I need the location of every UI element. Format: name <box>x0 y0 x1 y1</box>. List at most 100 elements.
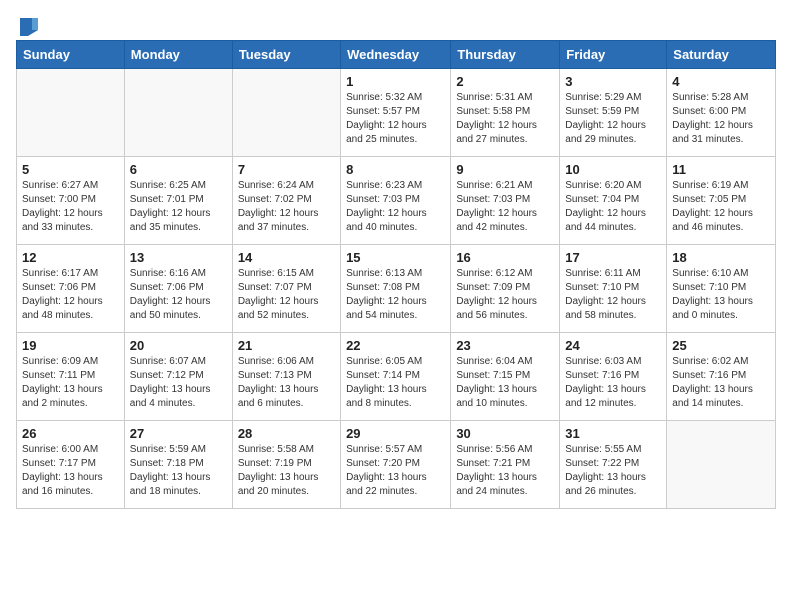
day-number: 26 <box>22 426 119 441</box>
calendar-cell: 24 Sunrise: 6:03 AM Sunset: 7:16 PM Dayli… <box>560 333 667 421</box>
logo <box>16 16 40 34</box>
day-info: Sunrise: 6:09 AM Sunset: 7:11 PM Dayligh… <box>22 355 119 411</box>
day-number: 5 <box>22 162 119 177</box>
day-info: Sunrise: 6:10 AM Sunset: 7:10 PM Dayligh… <box>672 267 770 323</box>
col-header-saturday: Saturday <box>667 41 776 69</box>
day-number: 14 <box>238 250 335 265</box>
calendar-cell: 16Sunrise: 6:12 AM Sunset: 7:09 PM Dayli… <box>451 245 560 333</box>
calendar-cell: 2 Sunrise: 5:31 AM Sunset: 5:58 PM Daylig… <box>451 69 560 157</box>
day-number: 11 <box>672 162 770 177</box>
calendar-cell: 8 Sunrise: 6:23 AM Sunset: 7:03 PM Daylig… <box>341 157 451 245</box>
col-header-friday: Friday <box>560 41 667 69</box>
calendar-cell <box>667 421 776 509</box>
day-number: 2 <box>456 74 554 89</box>
logo-flag-icon <box>18 16 40 38</box>
day-info: Sunrise: 5:28 AM Sunset: 6:00 PM Dayligh… <box>672 91 770 147</box>
calendar-cell: 12 Sunrise: 6:17 AM Sunset: 7:06 PM Dayli… <box>17 245 125 333</box>
calendar-cell: 1 Sunrise: 5:32 AM Sunset: 5:57 PM Daylig… <box>341 69 451 157</box>
day-info: Sunrise: 6:19 AM Sunset: 7:05 PM Dayligh… <box>672 179 770 235</box>
calendar-cell: 13 Sunrise: 6:16 AM Sunset: 7:06 PM Dayli… <box>124 245 232 333</box>
calendar-cell: 28 Sunrise: 5:58 AM Sunset: 7:19 PM Dayli… <box>232 421 340 509</box>
day-number: 6 <box>130 162 227 177</box>
week-row-3: 12 Sunrise: 6:17 AM Sunset: 7:06 PM Dayli… <box>17 245 776 333</box>
day-info: Sunrise: 6:16 AM Sunset: 7:06 PM Dayligh… <box>130 267 227 323</box>
day-number: 25 <box>672 338 770 353</box>
day-number: 10 <box>565 162 661 177</box>
calendar-cell: 10 Sunrise: 6:20 AM Sunset: 7:04 PM Dayli… <box>560 157 667 245</box>
day-number: 1 <box>346 74 445 89</box>
calendar-cell: 17Sunrise: 6:11 AM Sunset: 7:10 PM Dayli… <box>560 245 667 333</box>
day-number: 28 <box>238 426 335 441</box>
day-number: 17 <box>565 250 661 265</box>
day-number: 12 <box>22 250 119 265</box>
day-number: 24 <box>565 338 661 353</box>
calendar-cell: 14Sunrise: 6:15 AM Sunset: 7:07 PM Dayli… <box>232 245 340 333</box>
calendar-cell: 27 Sunrise: 5:59 AM Sunset: 7:18 PM Dayli… <box>124 421 232 509</box>
day-info: Sunrise: 6:12 AM Sunset: 7:09 PM Dayligh… <box>456 267 554 323</box>
calendar-cell: 21 Sunrise: 6:06 AM Sunset: 7:13 PM Dayli… <box>232 333 340 421</box>
week-row-2: 5 Sunrise: 6:27 AM Sunset: 7:00 PM Daylig… <box>17 157 776 245</box>
col-header-thursday: Thursday <box>451 41 560 69</box>
day-info: Sunrise: 5:59 AM Sunset: 7:18 PM Dayligh… <box>130 443 227 499</box>
day-info: Sunrise: 6:13 AM Sunset: 7:08 PM Dayligh… <box>346 267 445 323</box>
day-info: Sunrise: 6:25 AM Sunset: 7:01 PM Dayligh… <box>130 179 227 235</box>
day-info: Sunrise: 5:31 AM Sunset: 5:58 PM Dayligh… <box>456 91 554 147</box>
day-info: Sunrise: 6:03 AM Sunset: 7:16 PM Dayligh… <box>565 355 661 411</box>
day-info: Sunrise: 6:00 AM Sunset: 7:17 PM Dayligh… <box>22 443 119 499</box>
calendar-cell: 11 Sunrise: 6:19 AM Sunset: 7:05 PM Dayli… <box>667 157 776 245</box>
day-number: 3 <box>565 74 661 89</box>
day-number: 27 <box>130 426 227 441</box>
calendar-cell: 4Sunrise: 5:28 AM Sunset: 6:00 PM Daylig… <box>667 69 776 157</box>
calendar-cell <box>17 69 125 157</box>
day-number: 18 <box>672 250 770 265</box>
page-header <box>16 16 776 34</box>
calendar-header-row: SundayMondayTuesdayWednesdayThursdayFrid… <box>17 41 776 69</box>
calendar-cell: 7 Sunrise: 6:24 AM Sunset: 7:02 PM Daylig… <box>232 157 340 245</box>
calendar-cell: 20 Sunrise: 6:07 AM Sunset: 7:12 PM Dayli… <box>124 333 232 421</box>
calendar-cell: 23Sunrise: 6:04 AM Sunset: 7:15 PM Dayli… <box>451 333 560 421</box>
day-info: Sunrise: 5:55 AM Sunset: 7:22 PM Dayligh… <box>565 443 661 499</box>
day-number: 22 <box>346 338 445 353</box>
day-info: Sunrise: 6:17 AM Sunset: 7:06 PM Dayligh… <box>22 267 119 323</box>
day-number: 7 <box>238 162 335 177</box>
day-info: Sunrise: 5:32 AM Sunset: 5:57 PM Dayligh… <box>346 91 445 147</box>
day-info: Sunrise: 6:07 AM Sunset: 7:12 PM Dayligh… <box>130 355 227 411</box>
day-info: Sunrise: 6:27 AM Sunset: 7:00 PM Dayligh… <box>22 179 119 235</box>
day-number: 13 <box>130 250 227 265</box>
day-info: Sunrise: 6:21 AM Sunset: 7:03 PM Dayligh… <box>456 179 554 235</box>
day-info: Sunrise: 6:24 AM Sunset: 7:02 PM Dayligh… <box>238 179 335 235</box>
day-number: 9 <box>456 162 554 177</box>
day-number: 20 <box>130 338 227 353</box>
week-row-4: 19 Sunrise: 6:09 AM Sunset: 7:11 PM Dayli… <box>17 333 776 421</box>
calendar-cell: 18 Sunrise: 6:10 AM Sunset: 7:10 PM Dayli… <box>667 245 776 333</box>
calendar-cell: 25 Sunrise: 6:02 AM Sunset: 7:16 PM Dayli… <box>667 333 776 421</box>
calendar-cell: 22 Sunrise: 6:05 AM Sunset: 7:14 PM Dayli… <box>341 333 451 421</box>
day-number: 30 <box>456 426 554 441</box>
day-number: 23 <box>456 338 554 353</box>
day-info: Sunrise: 5:29 AM Sunset: 5:59 PM Dayligh… <box>565 91 661 147</box>
calendar-cell <box>124 69 232 157</box>
day-info: Sunrise: 6:06 AM Sunset: 7:13 PM Dayligh… <box>238 355 335 411</box>
col-header-wednesday: Wednesday <box>341 41 451 69</box>
day-info: Sunrise: 6:20 AM Sunset: 7:04 PM Dayligh… <box>565 179 661 235</box>
day-number: 8 <box>346 162 445 177</box>
day-info: Sunrise: 5:57 AM Sunset: 7:20 PM Dayligh… <box>346 443 445 499</box>
calendar-cell: 15 Sunrise: 6:13 AM Sunset: 7:08 PM Dayli… <box>341 245 451 333</box>
day-info: Sunrise: 6:05 AM Sunset: 7:14 PM Dayligh… <box>346 355 445 411</box>
day-info: Sunrise: 6:02 AM Sunset: 7:16 PM Dayligh… <box>672 355 770 411</box>
day-number: 21 <box>238 338 335 353</box>
calendar-cell: 6 Sunrise: 6:25 AM Sunset: 7:01 PM Daylig… <box>124 157 232 245</box>
week-row-1: 1 Sunrise: 5:32 AM Sunset: 5:57 PM Daylig… <box>17 69 776 157</box>
calendar-cell: 3 Sunrise: 5:29 AM Sunset: 5:59 PM Daylig… <box>560 69 667 157</box>
calendar-cell: 9 Sunrise: 6:21 AM Sunset: 7:03 PM Daylig… <box>451 157 560 245</box>
col-header-monday: Monday <box>124 41 232 69</box>
calendar-cell: 30Sunrise: 5:56 AM Sunset: 7:21 PM Dayli… <box>451 421 560 509</box>
day-number: 15 <box>346 250 445 265</box>
calendar-cell: 31 Sunrise: 5:55 AM Sunset: 7:22 PM Dayli… <box>560 421 667 509</box>
col-header-sunday: Sunday <box>17 41 125 69</box>
day-info: Sunrise: 5:58 AM Sunset: 7:19 PM Dayligh… <box>238 443 335 499</box>
day-number: 19 <box>22 338 119 353</box>
calendar-cell: 29Sunrise: 5:57 AM Sunset: 7:20 PM Dayli… <box>341 421 451 509</box>
day-info: Sunrise: 6:23 AM Sunset: 7:03 PM Dayligh… <box>346 179 445 235</box>
day-number: 31 <box>565 426 661 441</box>
